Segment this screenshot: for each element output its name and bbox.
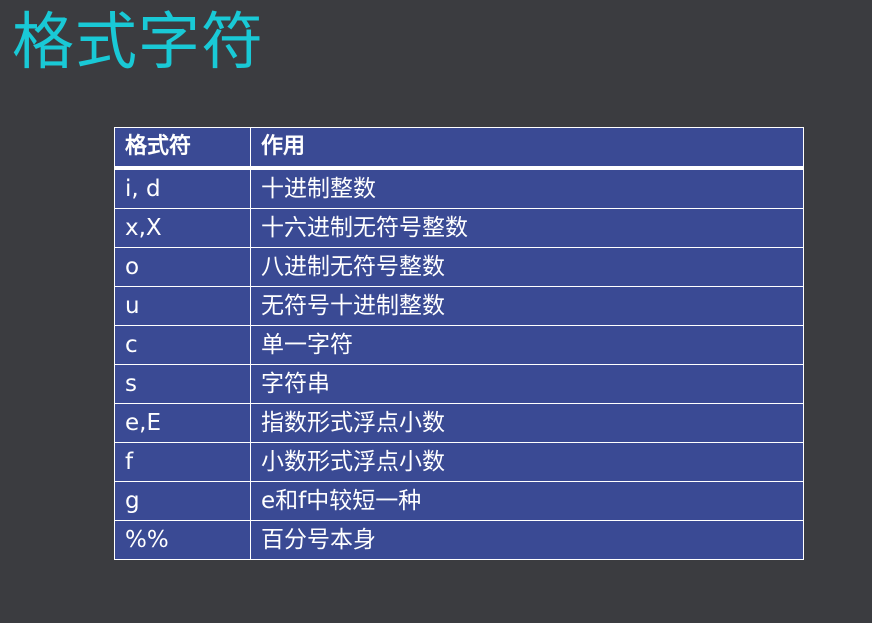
- specifier-cell: c: [114, 325, 251, 365]
- purpose-cell: 八进制无符号整数: [250, 247, 804, 287]
- purpose-cell: 十进制整数: [250, 167, 804, 209]
- purpose-cell: 单一字符: [250, 325, 804, 365]
- purpose-cell: 字符串: [250, 364, 804, 404]
- specifier-cell: g: [114, 481, 251, 521]
- table-row: g e和f中较短一种: [114, 481, 804, 521]
- page-title: 格式字符: [12, 5, 265, 78]
- format-specifier-table: 格式符 作用 i, d 十进制整数 x,X 十六进制无符号整数 o 八进制无符号…: [114, 127, 804, 560]
- column-header-purpose: 作用: [250, 127, 804, 170]
- table-row: i, d 十进制整数: [114, 167, 804, 209]
- table-row: s 字符串: [114, 364, 804, 404]
- table-row: u 无符号十进制整数: [114, 286, 804, 326]
- purpose-cell: 百分号本身: [250, 520, 804, 560]
- specifier-cell: o: [114, 247, 251, 287]
- specifier-cell: f: [114, 442, 251, 482]
- table-row: c 单一字符: [114, 325, 804, 365]
- table-row: x,X 十六进制无符号整数: [114, 208, 804, 248]
- column-header-specifier: 格式符: [114, 127, 251, 170]
- purpose-cell: e和f中较短一种: [250, 481, 804, 521]
- purpose-cell: 小数形式浮点小数: [250, 442, 804, 482]
- table-row: o 八进制无符号整数: [114, 247, 804, 287]
- table-row: f 小数形式浮点小数: [114, 442, 804, 482]
- specifier-cell: x,X: [114, 208, 251, 248]
- specifier-cell: i, d: [114, 167, 251, 209]
- purpose-cell: 指数形式浮点小数: [250, 403, 804, 443]
- table-row: e,E 指数形式浮点小数: [114, 403, 804, 443]
- table-header-row: 格式符 作用: [114, 127, 804, 170]
- purpose-cell: 无符号十进制整数: [250, 286, 804, 326]
- specifier-cell: e,E: [114, 403, 251, 443]
- specifier-cell: s: [114, 364, 251, 404]
- specifier-cell: u: [114, 286, 251, 326]
- purpose-cell: 十六进制无符号整数: [250, 208, 804, 248]
- specifier-cell: %%: [114, 520, 251, 560]
- table-row: %% 百分号本身: [114, 520, 804, 560]
